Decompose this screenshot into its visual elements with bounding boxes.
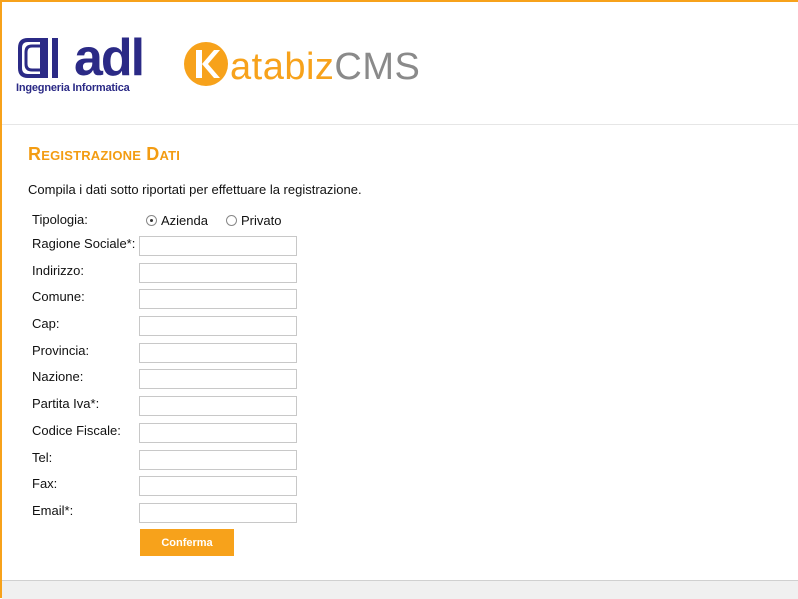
indirizzo-label: Indirizzo: <box>32 262 85 278</box>
cap-label: Cap: <box>32 316 60 332</box>
adl-tagline: Ingegneria Informatica <box>16 82 130 94</box>
katabiz-logo: atabizCMS <box>182 40 442 90</box>
fax-input[interactable] <box>139 476 297 497</box>
indirizzo-input[interactable] <box>139 262 297 283</box>
field-row-codice-fiscale: Codice Fiscale: <box>32 422 332 450</box>
header: adl Ingegneria Informatica atabizCMS <box>2 2 798 125</box>
footer-bar <box>2 580 798 599</box>
field-row-comune: Comune: <box>32 289 332 316</box>
tel-label: Tel: <box>32 449 53 465</box>
radio-azienda-dot[interactable] <box>146 215 157 226</box>
katabiz-cms: CMS <box>334 46 421 88</box>
field-row-provincia: Provincia: <box>32 342 332 370</box>
katabiz-word: atabiz <box>230 46 335 88</box>
comune-input[interactable] <box>139 289 297 310</box>
tipologia-label: Tipologia: <box>32 212 88 227</box>
radio-azienda[interactable]: Azienda <box>146 213 208 228</box>
partita-iva-input[interactable] <box>139 396 297 417</box>
ragione-sociale-label: Ragione Sociale*: <box>32 236 136 251</box>
tipologia-row: Tipologia: Azienda Privato <box>32 212 432 230</box>
registration-form: Ragione Sociale*: Indirizzo: Comune: Cap… <box>32 236 332 530</box>
adl-mark-icon <box>18 38 58 78</box>
field-row-partita-iva: Partita Iva*: <box>32 396 332 423</box>
email-input[interactable] <box>139 502 297 523</box>
field-row-nazione: Nazione: <box>32 369 332 396</box>
field-row-tel: Tel: <box>32 449 332 477</box>
radio-privato-dot[interactable] <box>226 215 237 226</box>
partita-iva-label: Partita Iva*: <box>32 396 100 412</box>
field-row-cap: Cap: <box>32 316 332 343</box>
cap-input[interactable] <box>139 316 297 337</box>
confirm-button[interactable]: Conferma <box>140 529 234 556</box>
nazione-input[interactable] <box>139 369 297 390</box>
email-label: Email*: <box>32 502 74 518</box>
katabiz-k-icon <box>184 42 228 86</box>
codice-fiscale-label: Codice Fiscale: <box>32 422 121 438</box>
field-row-ragione-sociale: Ragione Sociale*: <box>32 236 332 263</box>
katabiz-wordmark: atabizCMS <box>230 46 420 89</box>
adl-logo: adl Ingegneria Informatica <box>16 29 156 96</box>
intro-text: Compila i dati sotto riportati per effet… <box>28 182 362 197</box>
field-row-indirizzo: Indirizzo: <box>32 262 332 290</box>
page-title: Registrazione Dati <box>28 144 181 164</box>
adl-wordmark: adl <box>74 29 145 87</box>
ragione-sociale-input[interactable] <box>139 236 297 256</box>
field-row-email: Email*: <box>32 502 332 530</box>
main-content: Registrazione Dati Compila i dati sotto … <box>28 144 628 197</box>
nazione-label: Nazione: <box>32 369 84 385</box>
tel-input[interactable] <box>139 449 297 470</box>
comune-label: Comune: <box>32 289 85 305</box>
fax-label: Fax: <box>32 476 58 492</box>
radio-privato-label: Privato <box>241 213 282 228</box>
radio-privato[interactable]: Privato <box>226 213 281 228</box>
field-row-fax: Fax: <box>32 476 332 503</box>
radio-azienda-label: Azienda <box>161 213 208 228</box>
codice-fiscale-input[interactable] <box>139 422 297 443</box>
provincia-label: Provincia: <box>32 342 90 358</box>
provincia-input[interactable] <box>139 342 297 363</box>
